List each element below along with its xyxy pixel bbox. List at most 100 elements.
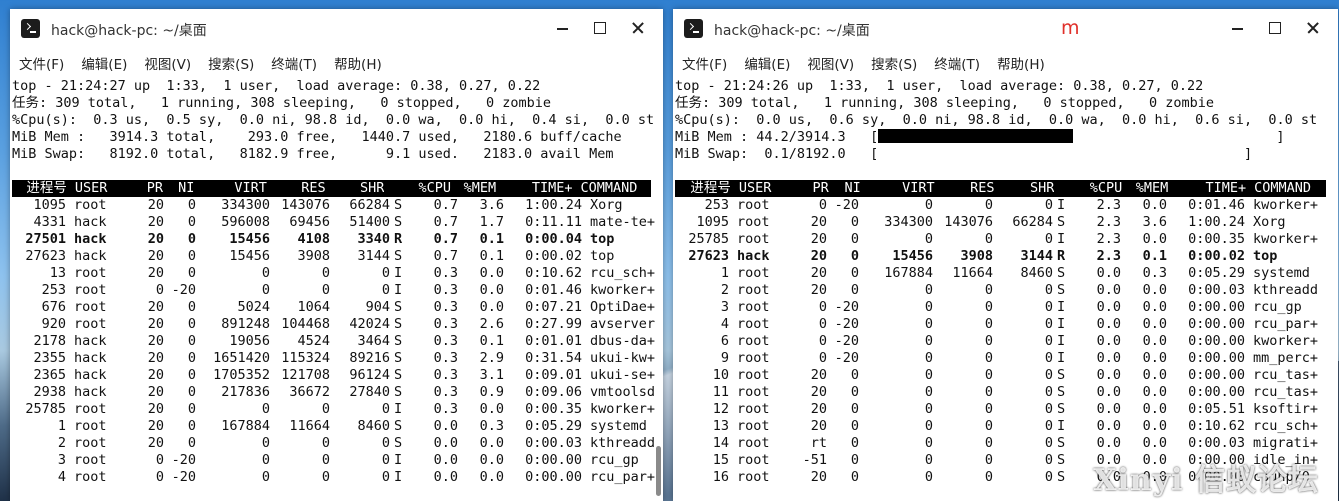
header-command[interactable]: COMMAND: [572, 180, 651, 197]
header-time[interactable]: TIME+: [496, 180, 573, 197]
cell-pr: 0: [155, 469, 164, 485]
header-state[interactable]: [1054, 180, 1076, 197]
menu-view[interactable]: 视图(V): [144, 53, 191, 73]
cell-pid: 1: [720, 265, 729, 281]
close-icon[interactable]: [628, 18, 648, 38]
cell-pid: 6: [720, 333, 729, 349]
cell-cpu: 0.0: [1096, 401, 1121, 417]
maximize-icon[interactable]: [590, 18, 610, 38]
cell-command: systemd: [1253, 265, 1310, 281]
table-row: 12 root 20 0 0 0 0 S 0.0 0.0 0:05.51 ksoftir+: [673, 401, 1338, 418]
header-pid[interactable]: 进程号: [675, 180, 731, 197]
header-cpu[interactable]: %CPU: [1076, 180, 1123, 197]
cell-ni: 0: [850, 214, 859, 230]
cell-state: I: [1057, 350, 1066, 366]
title-bar[interactable]: hack@hack-pc: ~/桌面 m: [673, 9, 1338, 47]
header-user[interactable]: USER: [731, 180, 793, 197]
close-icon[interactable]: [1303, 18, 1323, 38]
menu-help[interactable]: 帮助(H): [334, 53, 382, 73]
header-res[interactable]: RES: [935, 180, 994, 197]
cell-res: 36672: [289, 384, 330, 400]
cell-cpu: 0.3: [433, 282, 458, 298]
menu-terminal[interactable]: 终端(T): [934, 53, 980, 73]
terminal-output[interactable]: top - 21:24:27 up 1:33, 1 user, load ave…: [10, 78, 663, 501]
cell-virt: 1705352: [213, 367, 270, 383]
table-row: 676 root 20 0 5024 1064 904 S 0.3 0.0 0:07.21 OptiD…: [10, 299, 663, 316]
cell-cpu: 0.7: [433, 214, 458, 230]
header-ni[interactable]: NI: [829, 180, 860, 197]
cell-mem: 0.1: [479, 333, 504, 349]
table-row: 3 root 0 -20 0 0 0 I 0.0 0.0 0:00.00 rcu_gp: [10, 452, 663, 469]
cell-res: 0: [321, 469, 330, 485]
menu-edit[interactable]: 编辑(E): [744, 53, 790, 73]
cell-command: rcu_tas+: [1253, 367, 1319, 383]
cell-pid: 2355: [33, 350, 66, 366]
header-command[interactable]: COMMAND: [1246, 180, 1326, 197]
cell-user: hack: [74, 231, 107, 247]
cell-pr: 20: [810, 384, 827, 400]
maximize-icon[interactable]: [1265, 18, 1285, 38]
menu-view[interactable]: 视图(V): [807, 53, 854, 73]
table-row: 2178 hack 20 0 19056 4524 3464 S 0.3 0.1 0:01.01 db…: [10, 333, 663, 350]
menu-search[interactable]: 搜索(S): [208, 53, 254, 73]
cell-command: rcu_gp: [1253, 299, 1302, 315]
cell-virt: 15456: [229, 231, 270, 247]
cell-res: 0: [984, 367, 993, 383]
header-cpu[interactable]: %CPU: [406, 180, 452, 197]
cell-command: kworker+: [590, 282, 656, 298]
cell-command: kthreadd: [590, 435, 656, 451]
menu-file[interactable]: 文件(F): [682, 53, 727, 73]
header-mem[interactable]: %MEM: [1122, 180, 1169, 197]
header-virt[interactable]: VIRT: [194, 180, 267, 197]
summary-swap-bar: MiB Swap: 0.1/8192.0 [ ]: [675, 146, 1253, 162]
header-virt[interactable]: VIRT: [861, 180, 935, 197]
cell-cpu: 0.7: [433, 248, 458, 264]
menu-search[interactable]: 搜索(S): [871, 53, 917, 73]
cell-command: kworker+: [1253, 333, 1319, 349]
header-state[interactable]: [384, 180, 406, 197]
menu-terminal[interactable]: 终端(T): [271, 53, 317, 73]
cell-pr: 20: [810, 231, 827, 247]
terminal-window-left[interactable]: hack@hack-pc: ~/桌面 文件(F) 编辑(E) 视图(V) 搜索(…: [10, 9, 663, 501]
menu-help[interactable]: 帮助(H): [997, 53, 1045, 73]
cell-state: I: [394, 452, 403, 468]
cell-pid: 12: [712, 401, 729, 417]
header-res[interactable]: RES: [267, 180, 325, 197]
header-shr[interactable]: SHR: [326, 180, 384, 197]
mem-bar-prefix: MiB Mem : 44.2/3914.3 [: [675, 129, 879, 145]
header-pr[interactable]: PR: [793, 180, 829, 197]
header-shr[interactable]: SHR: [995, 180, 1054, 197]
cell-state: R: [394, 231, 403, 247]
cell-pid: 13: [49, 265, 66, 281]
header-ni[interactable]: NI: [163, 180, 194, 197]
cell-shr: 0: [1044, 231, 1053, 247]
cell-cpu: 0.0: [1096, 299, 1121, 315]
cell-mem: 3.6: [479, 197, 504, 213]
cell-virt: 596008: [221, 214, 270, 230]
header-user[interactable]: USER: [67, 180, 128, 197]
cell-virt: 334300: [221, 197, 270, 213]
cell-mem: 0.0: [1142, 197, 1167, 213]
header-mem[interactable]: %MEM: [451, 180, 497, 197]
cell-user: root: [737, 316, 770, 332]
menu-file[interactable]: 文件(F): [19, 53, 64, 73]
summary-uptime: top - 21:24:27 up 1:33, 1 user, load ave…: [12, 78, 541, 94]
title-bar[interactable]: hack@hack-pc: ~/桌面: [10, 9, 663, 47]
cell-virt: 0: [924, 418, 933, 434]
cell-time: 0:00.00: [1188, 384, 1245, 400]
cell-mem: 0.0: [1142, 384, 1167, 400]
cell-command: kworker+: [1253, 197, 1319, 213]
terminal-output[interactable]: top - 21:24:26 up 1:33, 1 user, load ave…: [673, 78, 1338, 501]
scrollbar[interactable]: [656, 446, 661, 496]
header-time[interactable]: TIME+: [1168, 180, 1246, 197]
cell-cpu: 0.0: [1096, 265, 1121, 281]
minimize-icon[interactable]: [1228, 18, 1248, 38]
header-pid[interactable]: 进程号: [12, 180, 67, 197]
cell-mem: 0.0: [1142, 333, 1167, 349]
terminal-window-right[interactable]: hack@hack-pc: ~/桌面 m 文件(F) 编辑(E) 视图(V) 搜…: [673, 9, 1338, 501]
cell-state: I: [1057, 316, 1066, 332]
cell-res: 0: [984, 316, 993, 332]
minimize-icon[interactable]: [553, 18, 573, 38]
header-pr[interactable]: PR: [128, 180, 163, 197]
menu-edit[interactable]: 编辑(E): [81, 53, 127, 73]
